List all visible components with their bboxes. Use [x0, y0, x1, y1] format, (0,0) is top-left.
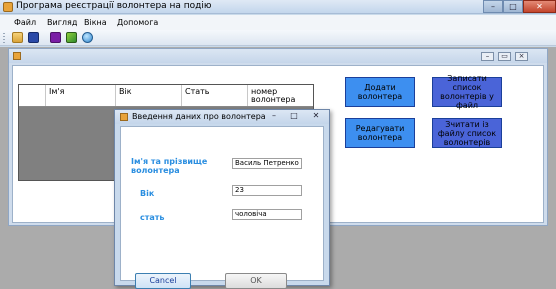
grid-header-volunteer-number[interactable]: номер волонтера	[247, 85, 313, 106]
grid-header-gender[interactable]: Стать	[181, 85, 247, 106]
title-bar: Програма реєстрації волонтера на подію –…	[0, 0, 556, 14]
child-restore-button[interactable]: ▭	[498, 52, 511, 61]
volunteer-entry-dialog: Введення даних про волонтера – □ ✕ Ім'я …	[114, 109, 330, 289]
menu-view[interactable]: Вигляд	[47, 18, 77, 27]
toolbar-grip[interactable]	[3, 33, 5, 43]
purple-tool-icon[interactable]	[50, 32, 61, 43]
name-field[interactable]: Василь Петренко	[232, 158, 302, 169]
grid-header-name[interactable]: Ім'я	[45, 85, 115, 106]
dialog-title: Введення даних про волонтера	[132, 112, 266, 121]
dialog-app-icon	[120, 113, 128, 121]
menu-bar: Файл Вигляд Вікна Допомога	[0, 15, 556, 30]
child-minimize-button[interactable]: –	[481, 52, 494, 61]
toolbar	[0, 30, 556, 46]
menu-file[interactable]: Файл	[14, 18, 36, 27]
dialog-close-button[interactable]: ✕	[305, 111, 327, 122]
dialog-minimize-button[interactable]: –	[265, 111, 283, 122]
menu-help[interactable]: Допомога	[117, 18, 158, 27]
green-tool-icon[interactable]	[66, 32, 77, 43]
globe-icon[interactable]	[82, 32, 93, 43]
read-list-from-file-button[interactable]: Зчитати із файлу список волонтерів	[432, 118, 502, 148]
child-app-icon	[13, 52, 21, 60]
gender-field[interactable]: чоловіча	[232, 209, 302, 220]
grid-header: Ім'я Вік Стать номер волонтера	[19, 85, 313, 107]
add-volunteer-button[interactable]: Додати волонтера	[345, 77, 415, 107]
age-field[interactable]: 23	[232, 185, 302, 196]
window-title: Програма реєстрації волонтера на подію	[16, 1, 212, 11]
menu-windows[interactable]: Вікна	[84, 18, 107, 27]
edit-volunteer-button[interactable]: Редагувати волонтера	[345, 118, 415, 148]
child-title-bar: – ▭ ×	[9, 49, 547, 63]
minimize-button[interactable]: –	[483, 0, 503, 13]
maximize-button[interactable]: □	[503, 0, 523, 13]
name-label: Ім'я та прізвище волонтера	[131, 157, 208, 175]
ok-button[interactable]: OK	[225, 273, 287, 289]
save-list-to-file-button[interactable]: Записати список волонтерів у файл	[432, 74, 502, 110]
grid-header-age[interactable]: Вік	[115, 85, 181, 106]
save-icon[interactable]	[28, 32, 39, 43]
child-close-button[interactable]: ×	[515, 52, 528, 61]
cancel-button[interactable]: Cancel	[135, 273, 191, 289]
open-folder-icon[interactable]	[12, 32, 23, 43]
age-label: Вік	[140, 189, 155, 198]
gender-label: стать	[140, 213, 165, 222]
dialog-title-bar: Введення даних про волонтера – □ ✕	[115, 110, 329, 124]
dialog-maximize-button[interactable]: □	[285, 111, 303, 122]
close-button[interactable]: ✕	[523, 0, 556, 13]
dialog-body: Ім'я та прізвище волонтера Василь Петрен…	[120, 126, 324, 289]
main-window: Програма реєстрації волонтера на подію –…	[0, 0, 556, 289]
grid-header-row-selector	[19, 85, 45, 106]
app-icon	[3, 2, 13, 12]
